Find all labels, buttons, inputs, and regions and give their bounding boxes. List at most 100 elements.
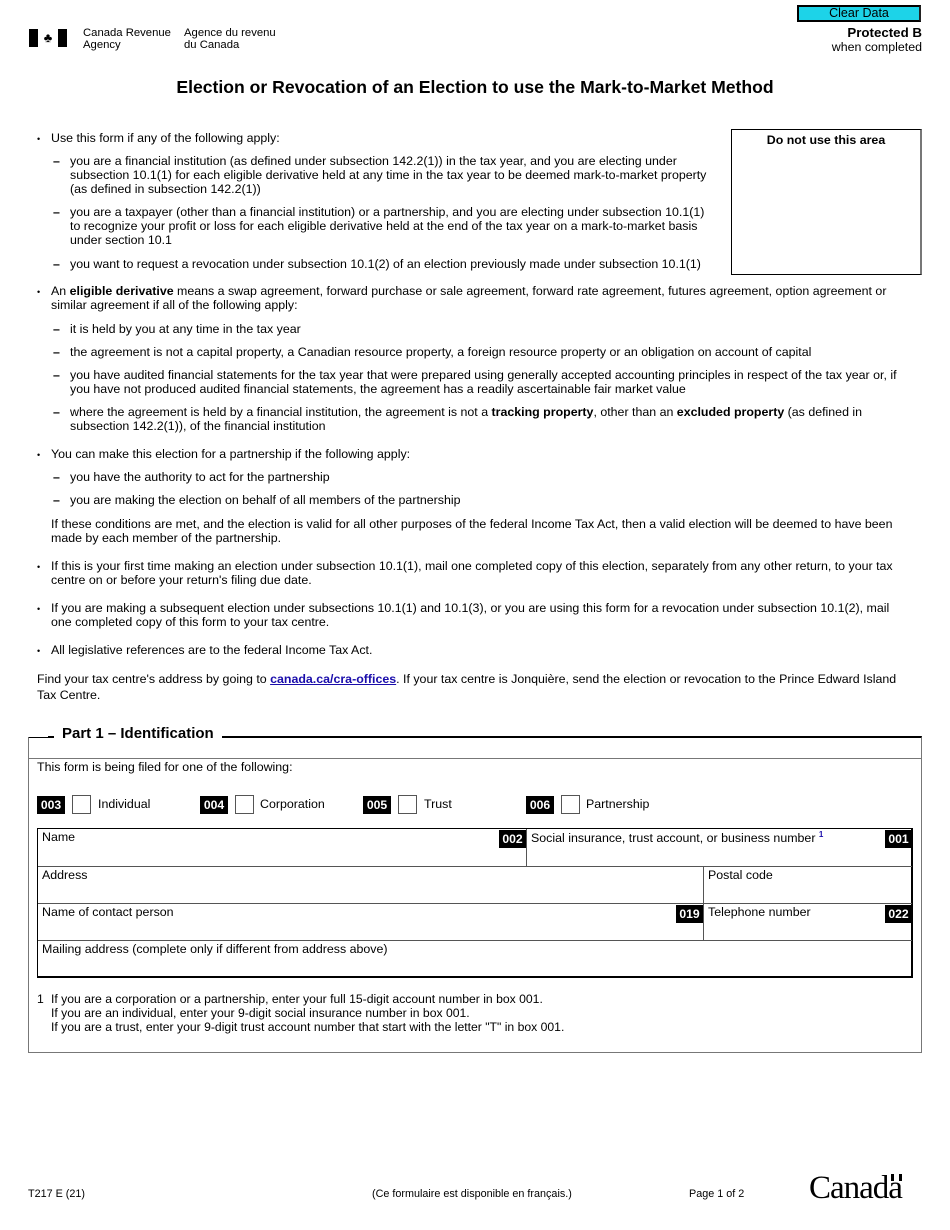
text-line: the agreement is not a capital property,… [70, 345, 812, 359]
divider [28, 758, 922, 759]
use-item: you are a financial institution (as defi… [53, 154, 707, 197]
name-input[interactable] [42, 845, 492, 865]
do-not-use-label: Do not use this area [766, 133, 886, 147]
canada-flag-icon: ♣ [29, 29, 67, 47]
canada-wordmark-logo: Canada [809, 1170, 903, 1207]
cra-offices-link[interactable]: canada.ca/cra-offices [270, 672, 396, 686]
text-line: you are a taxpayer (other than a financi… [70, 205, 705, 219]
phone-cell: Telephone number 022 [704, 904, 912, 940]
box-code-001: 001 [885, 830, 912, 848]
box-code-006: 006 [526, 796, 554, 814]
eligible-item: the agreement is not a capital property,… [53, 345, 812, 359]
protected-sub: when completed [831, 40, 922, 54]
partnership-item: you have the authority to act for the pa… [53, 470, 330, 484]
mailing-address-label: Mailing address (complete only if differ… [42, 942, 388, 956]
text-line: to recognize your profit or loss for eac… [70, 219, 698, 234]
text-line: you are a financial institution (as defi… [70, 154, 677, 168]
tax-centre-note: Find your tax centre's address by going … [37, 671, 896, 703]
clear-data-button[interactable]: Clear Data [797, 5, 921, 22]
sin-label-text: Social insurance, trust account, or busi… [531, 831, 816, 846]
text-line: (as defined in subsection 142.2(1)) [70, 182, 261, 197]
phone-label: Telephone number [708, 905, 811, 919]
text-line: one completed copy of this form to your … [51, 615, 330, 630]
eligible-item: you have audited financial statements fo… [53, 368, 897, 397]
contact-input[interactable] [42, 920, 662, 939]
agency-name-fr: Agence du revenu du Canada [184, 27, 276, 51]
mailing-address-cell: Mailing address (complete only if differ… [38, 941, 912, 977]
text: where the agreement is held by a financi… [70, 405, 492, 419]
identification-grid: Name 002 Social insurance, trust account… [37, 828, 913, 978]
text-line: Tax Centre. [37, 688, 101, 702]
text-line: it is held by you at any time in the tax… [70, 322, 301, 336]
name-cell: Name 002 [38, 829, 526, 866]
postal-code-cell: Postal code [704, 867, 912, 903]
text-line: you want to request a revocation under s… [70, 257, 701, 271]
legislative-note: All legislative references are to the fe… [37, 643, 372, 658]
text: means a swap agreement, forward purchase… [173, 284, 887, 298]
sin-cell: Social insurance, trust account, or busi… [527, 829, 912, 866]
agency-name-en: Canada Revenue Agency [83, 27, 171, 51]
corporation-checkbox[interactable] [235, 795, 254, 814]
page-number: Page 1 of 2 [689, 1188, 745, 1200]
address-label: Address [42, 868, 88, 882]
subsequent-instruction: If you are making a subsequent election … [37, 601, 890, 630]
address-input[interactable] [42, 883, 692, 902]
contact-label: Name of contact person [42, 905, 174, 919]
text-line: similar agreement if all of the followin… [51, 298, 298, 313]
box-code-003: 003 [37, 796, 65, 814]
protected-b: Protected B [847, 25, 922, 40]
box-code-005: 005 [363, 796, 391, 814]
partnership-item: you are making the election on behalf of… [53, 493, 461, 507]
individual-label: Individual [98, 797, 151, 811]
filed-for-label: This form is being filed for one of the … [37, 760, 293, 774]
footnote-text: If you are a corporation or a partnershi… [51, 992, 564, 1035]
text-line: subsection 10.1(1) for each eligible der… [70, 168, 707, 183]
text-line: If this is your first time making an ele… [51, 559, 893, 573]
phone-input[interactable] [708, 920, 878, 939]
footnote-number: 1 [37, 992, 44, 1006]
footnote-line: If you are an individual, enter your 9-d… [51, 1006, 470, 1021]
partnership-label: Partnership [586, 797, 650, 811]
partnership-checkbox[interactable] [561, 795, 580, 814]
agency-fr-line1: Agence du revenu [184, 27, 276, 39]
individual-checkbox[interactable] [72, 795, 91, 814]
sin-label: Social insurance, trust account, or busi… [531, 830, 823, 845]
eligible-derivative-definition: An eligible derivative means a swap agre… [37, 284, 887, 313]
term-excluded-property: excluded property [676, 405, 785, 419]
text: Find your tax centre's address by going … [37, 672, 271, 686]
trust-checkbox[interactable] [398, 795, 417, 814]
eligible-item: it is held by you at any time in the tax… [53, 322, 301, 336]
french-availability: (Ce formulaire est disponible en françai… [372, 1188, 572, 1200]
trust-label: Trust [424, 797, 452, 811]
mailing-address-input[interactable] [42, 957, 902, 976]
text: (as defined in [784, 405, 863, 419]
agency-en-line1: Canada Revenue [83, 27, 171, 39]
text: An [51, 284, 70, 298]
footnote-line: If you are a trust, enter your 9-digit t… [51, 1020, 565, 1035]
box-code-022: 022 [885, 905, 912, 923]
text-line: subsection 142.2(1)), of the financial i… [70, 419, 326, 434]
use-form-intro: Use this form if any of the following ap… [37, 131, 280, 146]
form-code: T217 E (21) [28, 1188, 86, 1200]
box-code-002: 002 [499, 830, 526, 848]
address-cell: Address [38, 867, 703, 903]
use-item: you want to request a revocation under s… [53, 257, 701, 271]
use-item: you are a taxpayer (other than a financi… [53, 205, 705, 248]
first-time-instruction: If this is your first time making an ele… [37, 559, 893, 588]
corporation-label: Corporation [260, 797, 325, 811]
maple-leaf-icon: ♣ [43, 30, 53, 45]
sin-input[interactable] [531, 845, 871, 865]
text-line: you have not produced audited financial … [70, 382, 686, 397]
header: ♣ Canada Revenue Agency Agence du revenu… [0, 0, 950, 60]
term-eligible-derivative: eligible derivative [69, 284, 174, 298]
text-line: under section 10.1 [70, 233, 172, 248]
protected-label: Protected B when completed [831, 25, 922, 55]
text-line: If you are making a subsequent election … [51, 601, 890, 615]
do-not-use-area: Do not use this area [731, 129, 922, 275]
section-gap [28, 735, 48, 737]
postal-code-input[interactable] [708, 883, 908, 902]
agency-en-line2: Agency [83, 39, 121, 51]
text-line: centre on or before your return's filing… [51, 573, 312, 588]
term-tracking-property: tracking property [491, 405, 594, 419]
mini-flag-icon [890, 1174, 902, 1181]
